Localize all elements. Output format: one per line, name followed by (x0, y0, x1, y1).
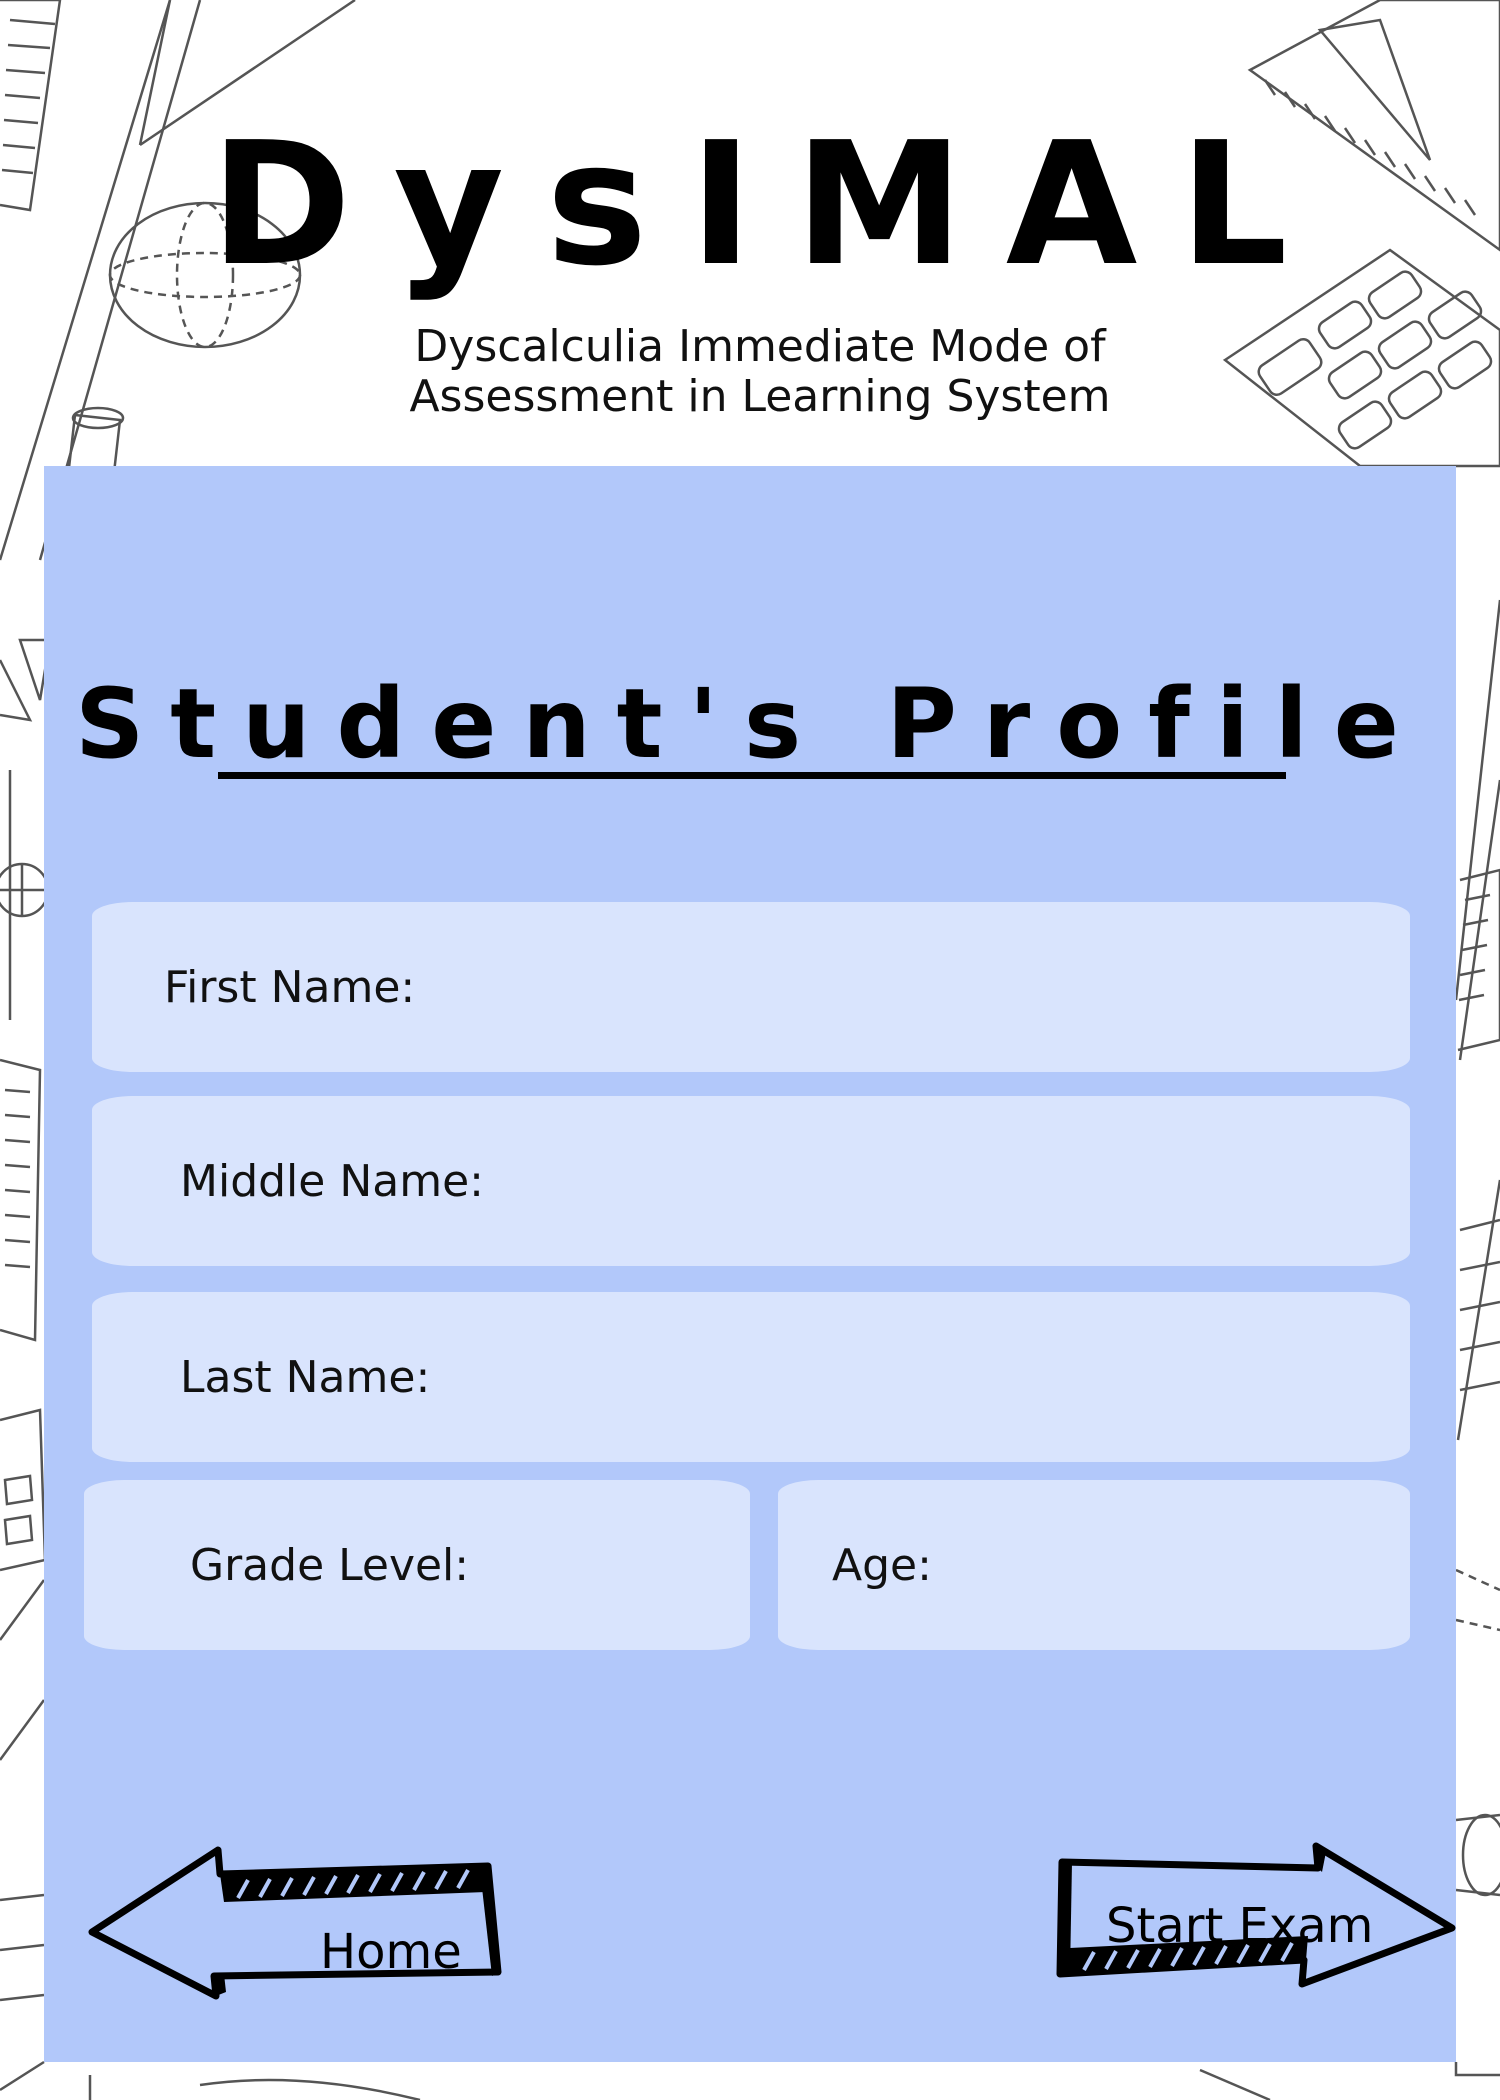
calculator-icon (0, 1408, 47, 1572)
middle-name-field[interactable]: Middle Name: (92, 1096, 1410, 1266)
last-name-field[interactable]: Last Name: (92, 1292, 1410, 1462)
heading-underline (218, 772, 1286, 779)
ruler-icon (1454, 599, 1500, 1441)
last-name-label: Last Name: (180, 1351, 431, 1403)
app-title: DysIMAL (210, 106, 1330, 304)
app-subtitle: Dyscalculia Immediate Mode of Assessment… (380, 322, 1140, 422)
ruler-icon (0, 1058, 42, 1342)
age-field[interactable]: Age: (778, 1480, 1410, 1650)
student-profile-panel: Student's Profile First Name: Middle Nam… (44, 466, 1456, 2062)
protractor-icon (0, 770, 50, 1020)
grade-level-field[interactable]: Grade Level: (84, 1480, 750, 1650)
profile-heading: Student's Profile (75, 668, 1425, 780)
middle-name-label: Middle Name: (180, 1155, 484, 1207)
start-exam-button-label: Start Exam (1106, 1898, 1374, 1954)
home-button[interactable]: Home (88, 1836, 548, 2016)
grade-level-label: Grade Level: (190, 1539, 470, 1591)
left-arrow-icon (88, 1846, 502, 2000)
subtitle-line-2: Assessment in Learning System (409, 371, 1111, 422)
subtitle-line-1: Dyscalculia Immediate Mode of (414, 321, 1106, 372)
first-name-label: First Name: (164, 961, 416, 1013)
home-button-label: Home (320, 1924, 462, 1980)
start-exam-button[interactable]: Start Exam (1020, 1832, 1480, 2012)
first-name-field[interactable]: First Name: (92, 902, 1410, 1072)
age-label: Age: (832, 1539, 932, 1591)
